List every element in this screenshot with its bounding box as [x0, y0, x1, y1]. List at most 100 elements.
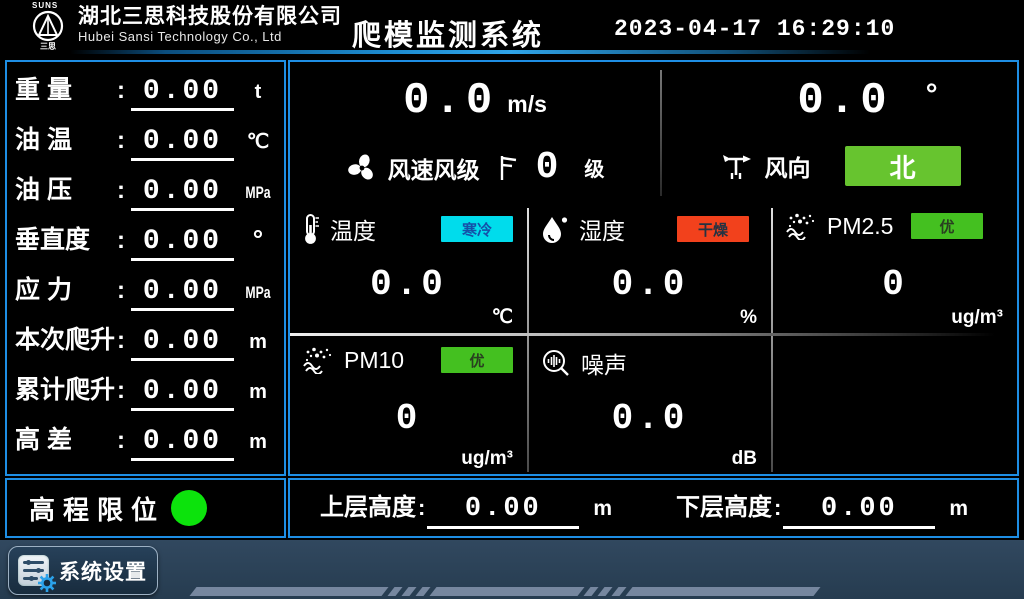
- measure-row-weight: 重 量: 0.00 t: [15, 70, 276, 116]
- measure-value: 0.00: [131, 426, 234, 461]
- measure-value: 0.00: [131, 276, 234, 311]
- settings-button-label: 系统设置: [59, 556, 147, 586]
- stripe-slash: [415, 587, 430, 596]
- measure-unit: ℃: [240, 129, 276, 154]
- gear-icon: [37, 573, 57, 593]
- pm25-header: PM2.5 优: [785, 212, 1007, 240]
- pm25-unit: ug/m³: [951, 307, 1003, 329]
- wind-direction-label: 风向: [765, 149, 811, 183]
- measure-row-verticality: 垂直度: 0.00 °: [15, 220, 276, 266]
- stripe-slash: [387, 587, 402, 596]
- humidity-header: 湿度 干燥: [541, 212, 761, 246]
- measure-value: 0.00: [131, 326, 234, 361]
- wind-direction-unit: °: [926, 78, 938, 112]
- datetime-display: 2023-04-17 16:29:10: [614, 16, 895, 42]
- noise-unit: dB: [732, 448, 757, 470]
- wind-level-flag-icon: [496, 152, 520, 184]
- measure-value: 0.00: [131, 226, 234, 261]
- pm25-label: PM2.5: [827, 213, 893, 240]
- lower-height-field: 下层高度: 0.00 m: [676, 487, 968, 529]
- measure-label: 累计爬升: [15, 370, 117, 406]
- wind-direction-value: 0.0: [797, 76, 891, 126]
- temperature-value: 0.0: [290, 264, 527, 305]
- measurement-panel: 重 量: 0.00 t 油 温: 0.00 ℃ 油 压: 0.00 MPa 垂直…: [5, 60, 286, 476]
- footer-bar: 系统设置: [0, 540, 1024, 599]
- upper-height-field: 上层高度: 0.00 m: [320, 487, 612, 529]
- pm-dust-icon: [302, 346, 334, 374]
- environment-panel: 0.0 m/s 风速风级 0: [288, 60, 1019, 476]
- stripe-slash: [401, 587, 416, 596]
- measure-unit: MPa: [245, 283, 271, 303]
- pm-dust-icon: [785, 212, 817, 240]
- measure-unit: MPa: [245, 183, 271, 203]
- footer-decorative-stripe: [193, 587, 817, 596]
- pm10-value: 0: [290, 398, 527, 439]
- lower-height-unit: m: [949, 497, 968, 521]
- header-accent-line: [70, 50, 870, 54]
- stripe-segment: [189, 587, 388, 596]
- layer-height-panel: 上层高度: 0.00 m 下层高度: 0.00 m: [288, 478, 1019, 538]
- measure-value: 0.00: [131, 376, 234, 411]
- temperature-header: 温度 寒冷: [302, 212, 517, 246]
- measure-label: 高 差: [15, 420, 117, 456]
- colon: :: [774, 495, 781, 521]
- header: SUNS 三思 湖北三思科技股份有限公司 Hubei Sansi Technol…: [0, 0, 1024, 54]
- measure-value: 0.00: [131, 126, 234, 161]
- system-settings-button[interactable]: 系统设置: [8, 546, 158, 595]
- measure-unit: m: [240, 381, 276, 404]
- slider-dot: [29, 576, 34, 581]
- stripe-slash: [597, 587, 612, 596]
- temperature-label: 温度: [330, 212, 376, 246]
- noise-label: 噪声: [581, 346, 627, 380]
- lower-height-label: 下层高度: [676, 487, 772, 522]
- measure-unit: t: [240, 81, 276, 104]
- pm25-cell: PM2.5 优 0 ug/m³: [773, 202, 1017, 333]
- humidity-unit: %: [740, 307, 757, 329]
- logo-suns-text: SUNS: [26, 1, 70, 10]
- pm25-value: 0: [773, 264, 1017, 305]
- measure-label: 本次爬升: [15, 320, 117, 356]
- wind-direction-label-line: 风向 北: [662, 146, 1017, 186]
- company-name-en: Hubei Sansi Technology Co., Ltd: [78, 29, 342, 45]
- wind-speed-value: 0.0: [403, 76, 497, 126]
- wind-direction-cell: 0.0 ° 风向 北: [662, 62, 1017, 202]
- humidity-cell: 湿度 干燥 0.0 %: [529, 202, 771, 333]
- wind-level-value: 0: [536, 146, 559, 189]
- measure-unit: °: [240, 224, 276, 255]
- measure-row-height-diff: 高 差: 0.00 m: [15, 420, 276, 466]
- stripe-slash: [611, 587, 626, 596]
- humidity-value: 0.0: [529, 264, 771, 305]
- wind-speed-label: 风速风级: [388, 151, 480, 185]
- humidity-status-badge: 干燥: [677, 216, 749, 242]
- colon: :: [117, 227, 129, 255]
- page-title: 爬模监测系统: [352, 12, 544, 54]
- stripe-segment: [429, 587, 584, 596]
- measure-row-total-climb: 累计爬升: 0.00 m: [15, 370, 276, 416]
- pm10-cell: PM10 优 0 ug/m³: [290, 336, 527, 474]
- measure-label: 应 力: [15, 270, 117, 306]
- pm10-status-badge: 优: [441, 347, 513, 373]
- wind-direction-value-line: 0.0 °: [690, 76, 1024, 126]
- colon: :: [117, 427, 129, 455]
- slider-dot: [26, 560, 31, 565]
- temperature-unit: ℃: [492, 306, 513, 329]
- colon: :: [117, 127, 129, 155]
- colon: :: [117, 327, 129, 355]
- settings-sliders-icon: [18, 555, 49, 586]
- measure-label: 重 量: [15, 70, 117, 106]
- wind-level-unit: 级: [584, 153, 604, 182]
- upper-height-label: 上层高度: [320, 487, 416, 522]
- measure-unit: m: [240, 431, 276, 454]
- lower-height-value: 0.00: [783, 494, 935, 529]
- colon: :: [117, 177, 129, 205]
- stripe-slash: [583, 587, 598, 596]
- stripe-segment: [625, 587, 820, 596]
- elevation-limit-panel: 高程限位: [5, 478, 286, 538]
- thermometer-icon: [302, 213, 320, 245]
- humidity-drop-icon: [541, 214, 569, 244]
- logo-mark-icon: [32, 10, 64, 42]
- measure-row-oil-temp: 油 温: 0.00 ℃: [15, 120, 276, 166]
- wind-speed-value-line: 0.0 m/s: [290, 76, 660, 126]
- company-name-block: 湖北三思科技股份有限公司 Hubei Sansi Technology Co.,…: [78, 4, 342, 45]
- colon: :: [418, 495, 425, 521]
